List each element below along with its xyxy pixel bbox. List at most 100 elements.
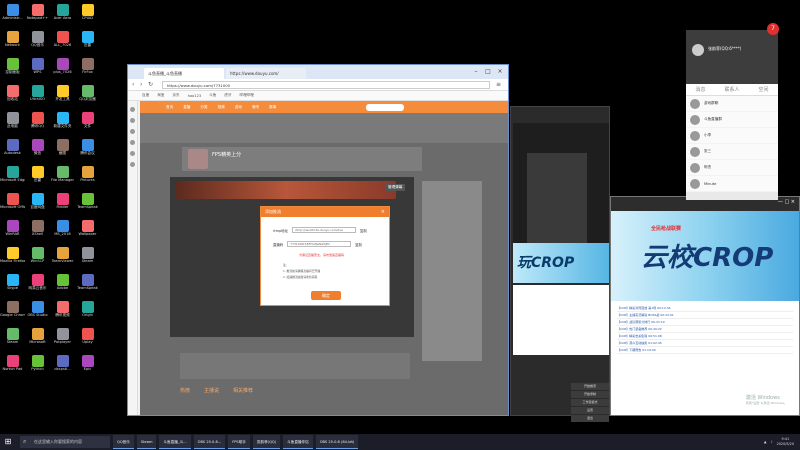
maximize-icon[interactable]: □	[482, 67, 494, 76]
desktop-shortcut[interactable]: 腾讯会议	[75, 137, 100, 164]
forward-icon[interactable]: ›	[140, 81, 148, 88]
qq-tab[interactable]: 消息	[695, 86, 705, 93]
list-item[interactable]: 游戏群聊	[686, 96, 778, 112]
desktop-shortcut[interactable]: Mozilla Firefox	[0, 245, 25, 272]
desktop-shortcut[interactable]: Steam	[0, 326, 25, 353]
site-search-input[interactable]	[366, 103, 405, 111]
bookmark-link[interactable]: 斗鱼	[209, 93, 216, 98]
confirm-button[interactable]: 确定	[311, 291, 341, 300]
desktop-shortcut[interactable]: 迅雷	[25, 164, 50, 191]
obs-control-button[interactable]: 退出	[571, 415, 609, 422]
desktop-shortcut[interactable]: Skype	[0, 272, 25, 299]
desktop-shortcut[interactable]: Microsoft	[25, 326, 50, 353]
list-item[interactable]: 斗鱼直播群	[686, 112, 778, 128]
desktop-shortcut[interactable]: 截图	[50, 137, 75, 164]
sidebar-icon[interactable]	[130, 162, 135, 167]
tab-hot[interactable]: 热榜	[180, 387, 190, 394]
nav-link[interactable]: 分类	[200, 105, 207, 110]
desktop-shortcut[interactable]: TeamSpeak	[75, 272, 100, 299]
desktop-shortcut[interactable]: Origin	[75, 299, 100, 326]
desktop-shortcut[interactable]: TeamSpeak	[75, 191, 100, 218]
desktop-shortcut[interactable]: Wallpaper	[75, 218, 100, 245]
list-item[interactable]: 【COP】战队赛积分排行 00:31:10	[617, 319, 793, 326]
promo-banner[interactable]	[176, 181, 396, 199]
back-icon[interactable]: ‹	[132, 81, 140, 88]
close-icon[interactable]: ×	[494, 67, 506, 76]
desktop-shortcut[interactable]: CPUID	[75, 2, 100, 29]
desktop-shortcut[interactable]: Adobe	[50, 272, 75, 299]
bookmark-link[interactable]: 京东	[172, 93, 179, 98]
desktop-shortcut[interactable]: Epic	[75, 353, 100, 380]
desktop-shortcut[interactable]: 控制面板	[0, 56, 25, 83]
taskbar-app[interactable]: OBS 25.0.8...	[193, 435, 226, 449]
desktop-shortcut[interactable]: QQ音乐	[25, 29, 50, 56]
desktop-shortcut[interactable]: WPS	[25, 56, 50, 83]
desktop-shortcut[interactable]: 腾讯视频	[50, 299, 75, 326]
desktop-shortcut[interactable]: WinRAR	[0, 218, 25, 245]
bookmark-link[interactable]: 淘宝	[157, 93, 164, 98]
url-input[interactable]: https://www.douyu.com/7731000	[162, 80, 490, 89]
desktop-shortcut[interactable]: 腾讯QQ	[25, 110, 50, 137]
desktop-shortcut[interactable]: OBS Studio	[25, 299, 50, 326]
list-item[interactable]: 【COP】主播实况解说 BOSS战 00:22:01	[617, 312, 793, 319]
list-item[interactable]: 【COP】热门装备推荐 00:40:22	[617, 326, 793, 333]
desktop-shortcut[interactable]: Google Chrome	[0, 299, 25, 326]
desktop-shortcut[interactable]: File Manager	[50, 164, 75, 191]
desktop-shortcut[interactable]: 百度网盘	[25, 191, 50, 218]
desktop-shortcut[interactable]: 回收站	[0, 83, 25, 110]
desktop-shortcut[interactable]: plus_7026	[50, 56, 75, 83]
desktop-shortcut[interactable]: FirFox	[75, 56, 100, 83]
desktop-shortcut[interactable]: XShell	[25, 218, 50, 245]
danmu-manage-tag[interactable]: 管理弹幕	[385, 184, 406, 191]
desktop-shortcut[interactable]: WinSCP	[25, 245, 50, 272]
avatar[interactable]	[692, 44, 704, 56]
desktop-shortcut[interactable]: Potplayer	[50, 326, 75, 353]
taskbar-app[interactable]: QQ音乐	[113, 435, 134, 449]
desktop-shortcut[interactable]: Acer Aero	[50, 2, 75, 29]
obs-control-button[interactable]: 开始推流	[571, 383, 609, 390]
taskbar-app[interactable]: OBS 25.0.8 (64-bit)	[315, 435, 359, 449]
nav-link[interactable]: 视频	[218, 105, 225, 110]
sidebar-icon[interactable]	[130, 118, 135, 123]
bookmark-link[interactable]: 虎牙	[224, 93, 231, 98]
desktop-shortcut[interactable]: dxcpstl...	[50, 353, 75, 380]
desktop-shortcut[interactable]: Pictures	[75, 164, 100, 191]
desktop-shortcut[interactable]: 迅雷	[75, 29, 100, 56]
desktop-shortcut[interactable]: MS_2016	[50, 218, 75, 245]
refresh-icon[interactable]: ↻	[148, 81, 156, 88]
close-icon[interactable]: ×	[381, 207, 385, 217]
nav-link[interactable]: 直播	[183, 105, 190, 110]
qq-tab[interactable]: 空间	[758, 86, 768, 93]
browser-tab-active[interactable]: 斗鱼直播_斗鱼直播	[144, 68, 224, 79]
obs-control-button[interactable]: 开始录制	[571, 391, 609, 398]
list-item[interactable]: 小李	[686, 128, 778, 144]
copy-server-button[interactable]: 复制	[360, 228, 367, 233]
streamer-avatar[interactable]	[188, 149, 208, 169]
desktop-shortcut[interactable]: ALL_7026	[50, 29, 75, 56]
nav-link[interactable]: 首页	[166, 105, 173, 110]
browser-tab[interactable]: https://www.douyu.com/	[226, 68, 306, 79]
desktop-shortcut[interactable]: Uplay	[75, 326, 100, 353]
window-controls[interactable]: — □ ×	[778, 199, 795, 205]
menu-icon[interactable]: ≡	[496, 81, 504, 88]
taskbar-search[interactable]: ⌕ 在这里输入你要搜索的内容	[20, 436, 110, 448]
desktop-shortcut[interactable]: 网易云音乐	[25, 272, 50, 299]
desktop-shortcut[interactable]: Administr...	[0, 2, 25, 29]
start-button[interactable]: ⊞	[0, 434, 16, 450]
minimize-icon[interactable]: –	[470, 67, 482, 76]
list-item[interactable]: 【COP】观众互动抽奖 01:02:45	[617, 340, 793, 347]
taskbar-app[interactable]: 斗鱼直播伴侣	[283, 435, 313, 449]
desktop-shortcut[interactable]: 此电脑	[0, 110, 25, 137]
qq-tab[interactable]: 联系人	[724, 86, 739, 93]
desktop-shortcut[interactable]: TeamViewer	[50, 245, 75, 272]
desktop-shortcut[interactable]: UltraISO	[25, 83, 50, 110]
bookmark-link[interactable]: 哔哩哔哩	[239, 93, 253, 98]
server-field[interactable]: rtmp://sendtc3a.douyu.com/live	[291, 227, 356, 233]
sidebar-icon[interactable]	[130, 140, 135, 145]
desktop-shortcut[interactable]: Python	[25, 353, 50, 380]
desktop-shortcut[interactable]: Norton Pad	[0, 353, 25, 380]
list-item[interactable]: 【COP】精彩击杀集锦 00:51:08	[617, 333, 793, 340]
desktop-shortcut[interactable]: 新建文件夹	[50, 110, 75, 137]
list-item[interactable]: 张三	[686, 144, 778, 160]
copy-key-button[interactable]: 复制	[355, 242, 362, 247]
